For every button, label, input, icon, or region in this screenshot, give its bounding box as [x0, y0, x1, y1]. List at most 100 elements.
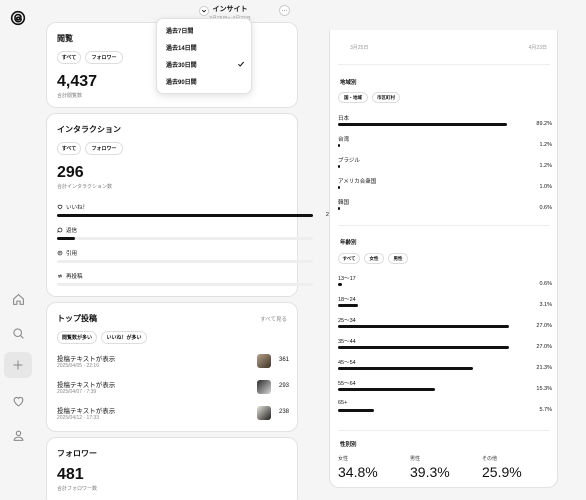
checkmark-icon — [237, 61, 245, 67]
period-menu: 過去7日間 過去14日間 過去30日間 過去90日間 — [156, 18, 252, 94]
metric-track — [57, 260, 313, 263]
top-post-row[interactable]: 投稿テキストが表示 2025/04/12 · 17:33 238 — [57, 405, 337, 427]
region-value: 0.6% — [539, 205, 552, 211]
heart-icon — [57, 204, 63, 210]
metric-likes: いいね！ 276 — [57, 203, 337, 223]
graph-axis-start: 3月25日 — [350, 45, 369, 51]
age-value: 15.3% — [536, 386, 552, 392]
followers-card: フォロワー 481 合計フォロワー数 — [46, 437, 298, 500]
period-option-label: 過去14日間 — [166, 46, 197, 52]
gender-title: 性別別 — [340, 442, 357, 448]
gender-label: その他 — [482, 456, 498, 462]
gender-female: 女性 34.8% — [338, 455, 378, 480]
reply-icon — [57, 227, 63, 233]
graph-axis-end: 4月23日 — [528, 45, 547, 51]
metric-label: 引用 — [66, 251, 78, 257]
age-tab-male[interactable]: 男性 — [388, 253, 408, 264]
region-tab-country[interactable]: 国・地域 — [338, 92, 368, 103]
region-bar — [338, 144, 341, 147]
views-filter-all[interactable]: すべて — [57, 51, 81, 64]
gender-value: 39.3% — [410, 464, 450, 480]
views-filter-followers[interactable]: フォロワー — [85, 51, 123, 64]
period-option-label: 過去90日間 — [166, 80, 197, 86]
top-post-row[interactable]: 投稿テキストが表示 2025/04/05 · 22:16 361 — [57, 353, 337, 375]
post-date: 2025/04/05 · 22:16 — [57, 363, 99, 369]
more-options-button[interactable]: ··· — [279, 5, 290, 16]
region-row: アメリカ合衆国 1.0% — [338, 177, 552, 195]
metric-reposts: 再投稿 0 — [57, 272, 337, 292]
divider — [338, 430, 550, 431]
region-value: 1.2% — [539, 142, 552, 148]
see-all-link[interactable]: すべて見る — [260, 315, 287, 323]
post-views: 361 — [279, 357, 290, 363]
metric-label: いいね！ — [66, 205, 89, 211]
demographics-card: 3月25日 4月23日 地域別 国・地域 市区町村 日本 89.2% 台湾 1.2% ブ… — [329, 30, 558, 488]
period-option-14d[interactable]: 過去14日間 — [157, 39, 253, 56]
metric-track — [57, 237, 313, 240]
age-tab-all[interactable]: すべて — [338, 253, 360, 264]
age-bar — [338, 388, 435, 391]
period-dropdown-button[interactable] — [199, 6, 209, 16]
region-row: ブラジル 1.2% — [338, 156, 552, 174]
region-label: アメリカ合衆国 — [338, 179, 377, 185]
age-label: 35～44 — [338, 339, 356, 345]
region-label: 韓国 — [338, 200, 350, 206]
age-bar — [338, 283, 342, 286]
post-text: 投稿テキストが表示 — [57, 382, 116, 389]
region-title: 地域別 — [340, 80, 357, 86]
profile-icon[interactable] — [4, 422, 32, 448]
more-icon: ··· — [281, 7, 288, 14]
age-bar — [338, 304, 358, 307]
activity-heart-icon[interactable] — [4, 388, 32, 414]
age-row: 55～64 15.3% — [338, 379, 552, 397]
age-row: 18～24 3.1% — [338, 295, 552, 313]
period-option-7d[interactable]: 過去7日間 — [157, 22, 253, 39]
gender-male: 男性 39.3% — [410, 455, 450, 480]
followers-total: 481 — [57, 466, 84, 483]
filter-most-views[interactable]: 閲覧数が多い — [57, 331, 97, 344]
region-value: 1.2% — [539, 163, 552, 169]
region-tab-city[interactable]: 市区町村 — [372, 92, 400, 103]
age-label: 13～17 — [338, 276, 356, 282]
home-icon[interactable] — [4, 286, 32, 312]
page-title: インサイト — [212, 6, 248, 13]
gender-value: 25.9% — [482, 464, 522, 480]
age-label: 45～54 — [338, 360, 356, 366]
top-post-row[interactable]: 投稿テキストが表示 2025/04/07 · 7:39 293 — [57, 379, 337, 401]
divider — [338, 225, 550, 226]
threads-logo-icon[interactable] — [8, 8, 28, 28]
gender-value: 34.8% — [338, 464, 378, 480]
region-row: 日本 89.2% — [338, 114, 552, 132]
age-row: 45～54 21.3% — [338, 358, 552, 376]
region-row: 韓国 0.6% — [338, 198, 552, 216]
post-date: 2025/04/07 · 7:39 — [57, 389, 97, 395]
metric-label: 返信 — [66, 228, 78, 234]
views-caption: 合計閲覧数 — [57, 93, 83, 99]
region-value: 1.0% — [539, 184, 552, 190]
chevron-down-icon — [201, 9, 207, 13]
period-option-90d[interactable]: 過去90日間 — [157, 73, 253, 90]
top-posts-title: トップ投稿 — [57, 314, 97, 323]
interactions-filter-followers[interactable]: フォロワー — [85, 142, 123, 155]
quote-icon — [57, 250, 63, 256]
gender-label: 男性 — [410, 456, 421, 462]
age-value: 21.3% — [536, 365, 552, 371]
age-label: 55～64 — [338, 381, 356, 387]
age-title: 年齢別 — [340, 240, 357, 246]
left-rail — [0, 0, 36, 500]
post-text: 投稿テキストが表示 — [57, 356, 116, 363]
search-icon[interactable] — [4, 320, 32, 346]
filter-most-likes[interactable]: いいね！が多い — [101, 331, 147, 344]
period-option-label: 過去30日間 — [166, 63, 197, 69]
divider — [338, 64, 550, 65]
region-label: 日本 — [338, 116, 350, 122]
age-tab-female[interactable]: 女性 — [364, 253, 384, 264]
post-date: 2025/04/12 · 17:33 — [57, 415, 99, 421]
period-option-30d[interactable]: 過去30日間 — [157, 56, 253, 73]
interactions-filter-all[interactable]: すべて — [57, 142, 81, 155]
age-bar — [338, 367, 473, 370]
metric-fill — [57, 214, 313, 217]
metric-track — [57, 283, 313, 286]
age-row: 13～17 0.6% — [338, 274, 552, 292]
create-post-icon[interactable] — [4, 352, 32, 378]
